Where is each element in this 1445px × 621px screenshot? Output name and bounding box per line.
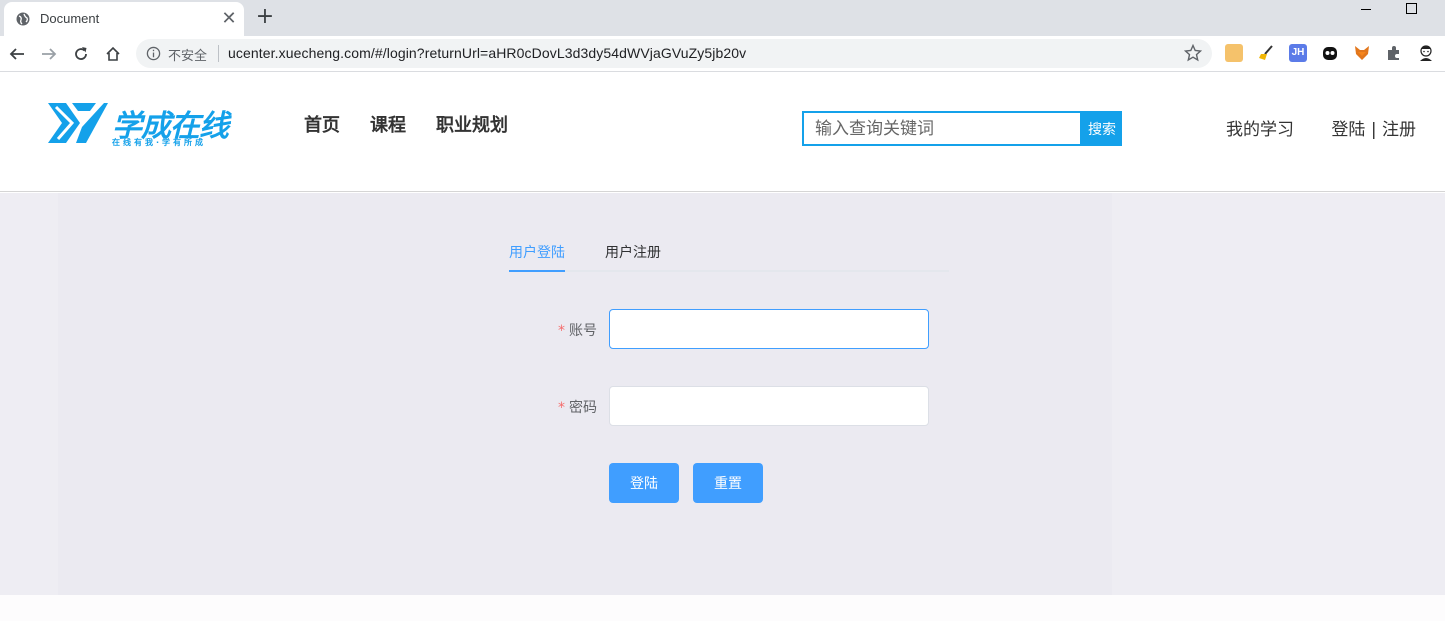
home-icon: [106, 46, 120, 61]
logo-slogan: 在线有我·学有所成: [112, 138, 207, 147]
password-label: * 密码: [537, 397, 597, 417]
url-text[interactable]: ucenter.xuecheng.com/#/login?returnUrl=a…: [228, 45, 746, 61]
xc-logo-mark-icon: [48, 103, 108, 143]
register-link[interactable]: 注册: [1382, 115, 1416, 140]
maximize-window-button[interactable]: [1398, 0, 1426, 20]
password-input[interactable]: [609, 386, 929, 426]
browser-tab[interactable]: Document ✕: [4, 2, 244, 36]
tab-user-login[interactable]: 用户登陆: [509, 245, 565, 272]
back-arrow-icon: [9, 48, 24, 60]
nav-home[interactable]: 首页: [304, 111, 340, 137]
back-button[interactable]: [4, 41, 30, 67]
login-submit-button[interactable]: 登陆: [609, 463, 679, 503]
home-button[interactable]: [100, 41, 126, 67]
login-tabs: 用户登陆 用户注册: [509, 245, 949, 272]
tab-close-icon[interactable]: ✕: [218, 8, 240, 30]
reload-button[interactable]: [68, 41, 94, 67]
login-link[interactable]: 登陆: [1331, 115, 1365, 140]
puzzle-icon[interactable]: [1385, 44, 1403, 62]
active-tab-indicator: [509, 270, 565, 272]
account-label-text: 账号: [569, 323, 597, 339]
minimize-window-button[interactable]: [1352, 0, 1380, 20]
reset-button[interactable]: 重置: [693, 463, 763, 503]
site-logo[interactable]: 学成在线 在线有我·学有所成: [46, 101, 246, 151]
forward-button[interactable]: [36, 41, 62, 67]
browser-toolbar: 不安全 ucenter.xuecheng.com/#/login?returnU…: [0, 36, 1445, 72]
reload-icon: [75, 47, 87, 60]
address-bar[interactable]: 不安全 ucenter.xuecheng.com/#/login?returnU…: [136, 39, 1212, 68]
account-label: * 账号: [537, 320, 597, 340]
address-separator: [218, 45, 219, 62]
nav-courses[interactable]: 课程: [370, 111, 406, 137]
avatar-ext-icon[interactable]: [1225, 44, 1243, 62]
main-nav: 首页 课程 职业规划: [304, 111, 508, 137]
user-links: 我的学习 登陆 | 注册: [1226, 115, 1416, 140]
nav-career-planning[interactable]: 职业规划: [436, 111, 508, 137]
my-study-link[interactable]: 我的学习: [1226, 115, 1294, 140]
site-search: 搜索: [802, 111, 1122, 146]
profile-avatar-icon[interactable]: [1417, 44, 1435, 62]
ghost-ext-icon[interactable]: [1321, 44, 1339, 62]
bookmark-star-icon[interactable]: [1184, 44, 1202, 62]
browser-tab-bar: Document ✕ +: [0, 0, 1445, 36]
site-header: 学成在线 在线有我·学有所成 首页 课程 职业规划 搜索 我的学习 登陆 | 注…: [0, 73, 1445, 192]
link-separator: |: [1370, 120, 1377, 140]
required-mark: *: [558, 323, 565, 339]
account-input[interactable]: [609, 309, 929, 349]
password-label-text: 密码: [569, 400, 597, 416]
info-icon[interactable]: [146, 46, 161, 61]
new-tab-button[interactable]: +: [254, 6, 276, 28]
forward-arrow-icon: [42, 48, 57, 60]
search-button[interactable]: 搜索: [1082, 111, 1122, 146]
tab-title: Document: [40, 11, 100, 26]
tab-user-register[interactable]: 用户注册: [605, 245, 661, 272]
security-status: 不安全: [168, 49, 208, 64]
broom-ext-icon[interactable]: [1257, 44, 1275, 62]
page-footer-area: [0, 595, 1445, 621]
jh-ext-icon[interactable]: JH: [1289, 44, 1307, 62]
required-mark: *: [558, 400, 565, 416]
fox-ext-icon[interactable]: [1353, 44, 1371, 62]
globe-icon: [16, 12, 30, 26]
search-input[interactable]: [802, 111, 1082, 146]
